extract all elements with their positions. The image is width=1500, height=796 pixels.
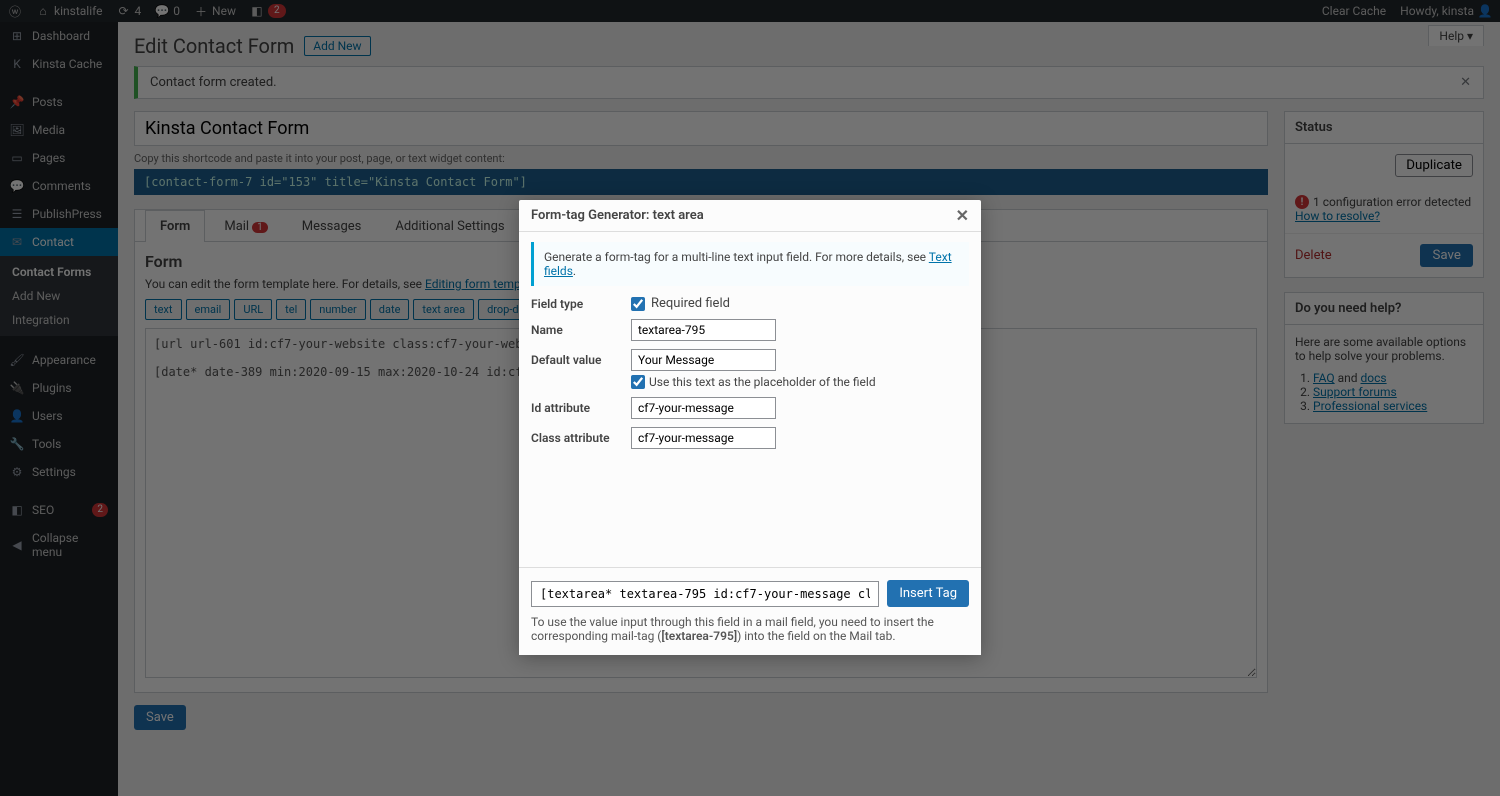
id-attr-input[interactable]: [631, 397, 776, 419]
modal-title: Form-tag Generator: text area: [531, 208, 704, 223]
mail-tag-hint: To use the value input through this fiel…: [531, 615, 969, 643]
name-input[interactable]: [631, 319, 776, 341]
placeholder-label: Use this text as the placeholder of the …: [649, 375, 876, 389]
tag-output[interactable]: [531, 581, 879, 607]
close-icon[interactable]: ✕: [956, 206, 969, 225]
required-label: Required field: [651, 296, 730, 311]
form-tag-generator-modal: Form-tag Generator: text area ✕ Generate…: [519, 200, 981, 655]
label-name: Name: [531, 323, 631, 337]
label-field-type: Field type: [531, 297, 631, 311]
label-default-value: Default value: [531, 353, 631, 367]
insert-tag-button[interactable]: Insert Tag: [887, 580, 969, 607]
modal-info: Generate a form-tag for a multi-line tex…: [531, 242, 969, 286]
required-checkbox[interactable]: [631, 297, 645, 311]
label-class-attr: Class attribute: [531, 431, 631, 445]
placeholder-checkbox[interactable]: [631, 375, 645, 389]
class-attr-input[interactable]: [631, 427, 776, 449]
default-value-input[interactable]: [631, 349, 776, 371]
label-id-attr: Id attribute: [531, 401, 631, 415]
